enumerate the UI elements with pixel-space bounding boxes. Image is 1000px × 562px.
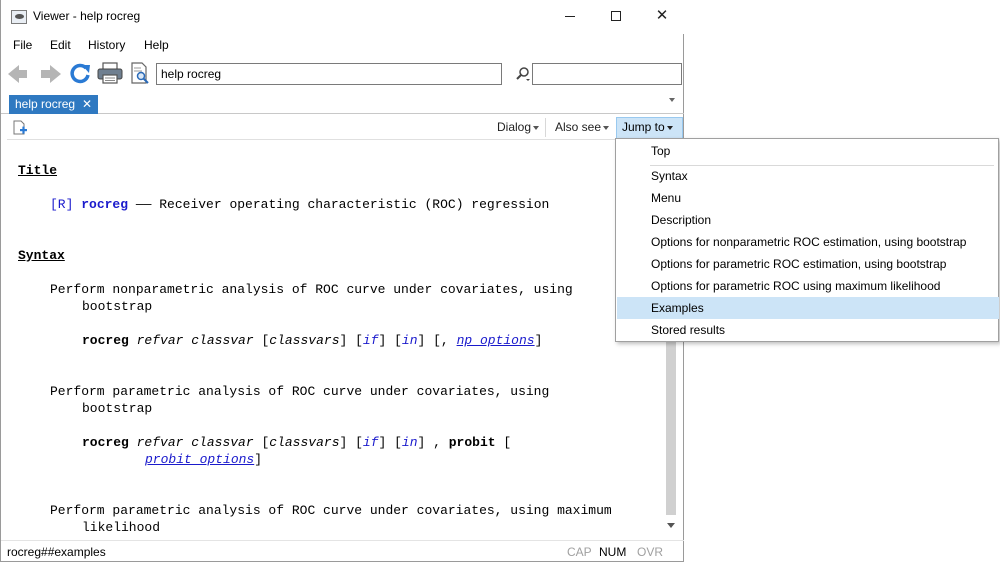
tab-label: help rocreg: [15, 97, 76, 111]
jump-to-menu: Top Syntax Menu Description Options for …: [615, 138, 999, 342]
status-text: rocreg##examples: [7, 545, 106, 559]
if-link[interactable]: if: [363, 333, 379, 348]
syntax-heading: Syntax: [18, 248, 65, 263]
p-syntax-line-cont: probit_options]: [145, 451, 262, 468]
jump-menu-item-examples[interactable]: Examples: [617, 297, 999, 319]
menu-help[interactable]: Help: [144, 38, 169, 52]
search-input[interactable]: [532, 63, 682, 85]
minimize-icon: [565, 15, 575, 17]
forward-arrow-icon[interactable]: [41, 65, 61, 83]
maximize-icon: [611, 11, 621, 22]
manual-ref-link[interactable]: [R]: [50, 197, 73, 212]
p-syntax-line: rocreg refvar classvar [classvars] [if] …: [82, 434, 511, 451]
p-bracket: ] [: [378, 435, 402, 450]
ovr-indicator: OVR: [637, 545, 664, 559]
np-options-link[interactable]: np_options: [457, 333, 535, 348]
ml-description-cont: likelihood: [82, 520, 161, 535]
ml-description: Perform parametric analysis of ROC curve…: [50, 503, 612, 518]
jump-menu-item-syntax[interactable]: Syntax: [617, 165, 999, 187]
np-bracket: ] [: [339, 333, 363, 348]
probit-keyword: probit: [448, 435, 496, 450]
menu-bar: File Edit History Help: [1, 35, 684, 57]
maximize-button[interactable]: [593, 0, 639, 32]
jump-to-button[interactable]: Jump to: [616, 117, 683, 139]
p-bracket: ] ,: [417, 435, 441, 450]
print-icon[interactable]: [97, 62, 123, 84]
viewer-window: Viewer - help rocreg ✕ File Edit History…: [0, 0, 684, 562]
tab-strip: help rocreg ✕: [1, 92, 684, 114]
viewer-toolbar: Dialog Also see Jump to: [7, 115, 683, 140]
jump-menu-item-description[interactable]: Description: [617, 209, 999, 231]
tab-list-chevron-icon[interactable]: [669, 98, 675, 102]
back-arrow-icon[interactable]: [8, 65, 27, 83]
in-link[interactable]: in: [402, 333, 418, 348]
close-button[interactable]: ✕: [639, 0, 685, 32]
title-bar: Viewer - help rocreg ✕: [1, 0, 684, 34]
p-args: refvar classvar: [136, 435, 254, 450]
chevron-down-icon: [666, 125, 673, 130]
new-viewer-icon[interactable]: [13, 120, 27, 136]
jump-menu-item-np-options[interactable]: Options for nonparametric ROC estimation…: [617, 231, 999, 253]
probit-options-link[interactable]: probit_options: [145, 452, 254, 467]
rocreg-link[interactable]: rocreg: [81, 197, 128, 212]
refresh-icon[interactable]: [69, 62, 91, 84]
also-see-button[interactable]: Also see: [555, 120, 610, 134]
menu-file[interactable]: File: [13, 38, 32, 52]
p-bracket: ]: [254, 452, 263, 467]
np-description: Perform nonparametric analysis of ROC cu…: [50, 282, 573, 297]
in-link[interactable]: in: [402, 435, 418, 450]
toolbar-divider: [545, 118, 546, 137]
p-description-cont: bootstrap: [82, 401, 153, 416]
help-content: Title [R] rocreg —— Receiver operating c…: [7, 141, 663, 536]
chevron-down-icon: [603, 125, 610, 130]
jump-menu-item-p-options[interactable]: Options for parametric ROC estimation, u…: [617, 253, 999, 275]
title-line: [R] rocreg —— Receiver operating charact…: [50, 196, 549, 213]
title-heading: Title: [18, 163, 58, 178]
menu-edit[interactable]: Edit: [50, 38, 71, 52]
jump-to-label: Jump to: [622, 120, 665, 134]
num-indicator: NUM: [599, 545, 627, 559]
title-description: —— Receiver operating characteristic (RO…: [135, 197, 550, 212]
np-bracket: ] [: [378, 333, 402, 348]
chevron-down-icon: [533, 125, 540, 130]
np-bracket: ]: [534, 333, 543, 348]
tab-close-icon[interactable]: ✕: [82, 97, 92, 111]
window-title: Viewer - help rocreg: [33, 9, 141, 23]
status-bar: rocreg##examples CAP NUM OVR: [1, 540, 684, 562]
np-description-cont: bootstrap: [82, 299, 153, 314]
viewer-app-icon: [11, 10, 27, 24]
menu-history[interactable]: History: [88, 38, 125, 52]
p-description: Perform parametric analysis of ROC curve…: [50, 384, 550, 399]
scroll-down-arrow-icon[interactable]: [667, 523, 675, 528]
search-icon[interactable]: [515, 66, 531, 82]
np-classvars: classvars: [269, 333, 340, 348]
jump-menu-item-stored-results[interactable]: Stored results: [617, 319, 999, 341]
p-cmd: rocreg: [82, 435, 129, 450]
tab-help-rocreg[interactable]: help rocreg ✕: [9, 95, 99, 114]
dialog-label: Dialog: [497, 120, 532, 134]
find-in-document-icon[interactable]: [129, 62, 151, 84]
jump-menu-item-menu[interactable]: Menu: [617, 187, 999, 209]
p-classvars: classvars: [269, 435, 340, 450]
np-bracket: ] [,: [417, 333, 449, 348]
p-bracket: ] [: [339, 435, 363, 450]
close-icon: ✕: [655, 7, 669, 24]
if-link[interactable]: if: [363, 435, 379, 450]
minimize-button[interactable]: [547, 0, 593, 32]
np-args: refvar classvar: [136, 333, 254, 348]
dialog-button[interactable]: Dialog: [497, 120, 540, 134]
cap-indicator: CAP: [567, 545, 592, 559]
np-syntax-line: rocreg refvar classvar [classvars] [if] …: [82, 332, 542, 349]
command-input[interactable]: [156, 63, 502, 85]
np-cmd: rocreg: [82, 333, 129, 348]
jump-menu-item-top[interactable]: Top: [617, 140, 999, 162]
p-bracket: [: [503, 435, 512, 450]
also-see-label: Also see: [555, 120, 602, 134]
jump-menu-item-ml-options[interactable]: Options for parametric ROC using maximum…: [617, 275, 999, 297]
